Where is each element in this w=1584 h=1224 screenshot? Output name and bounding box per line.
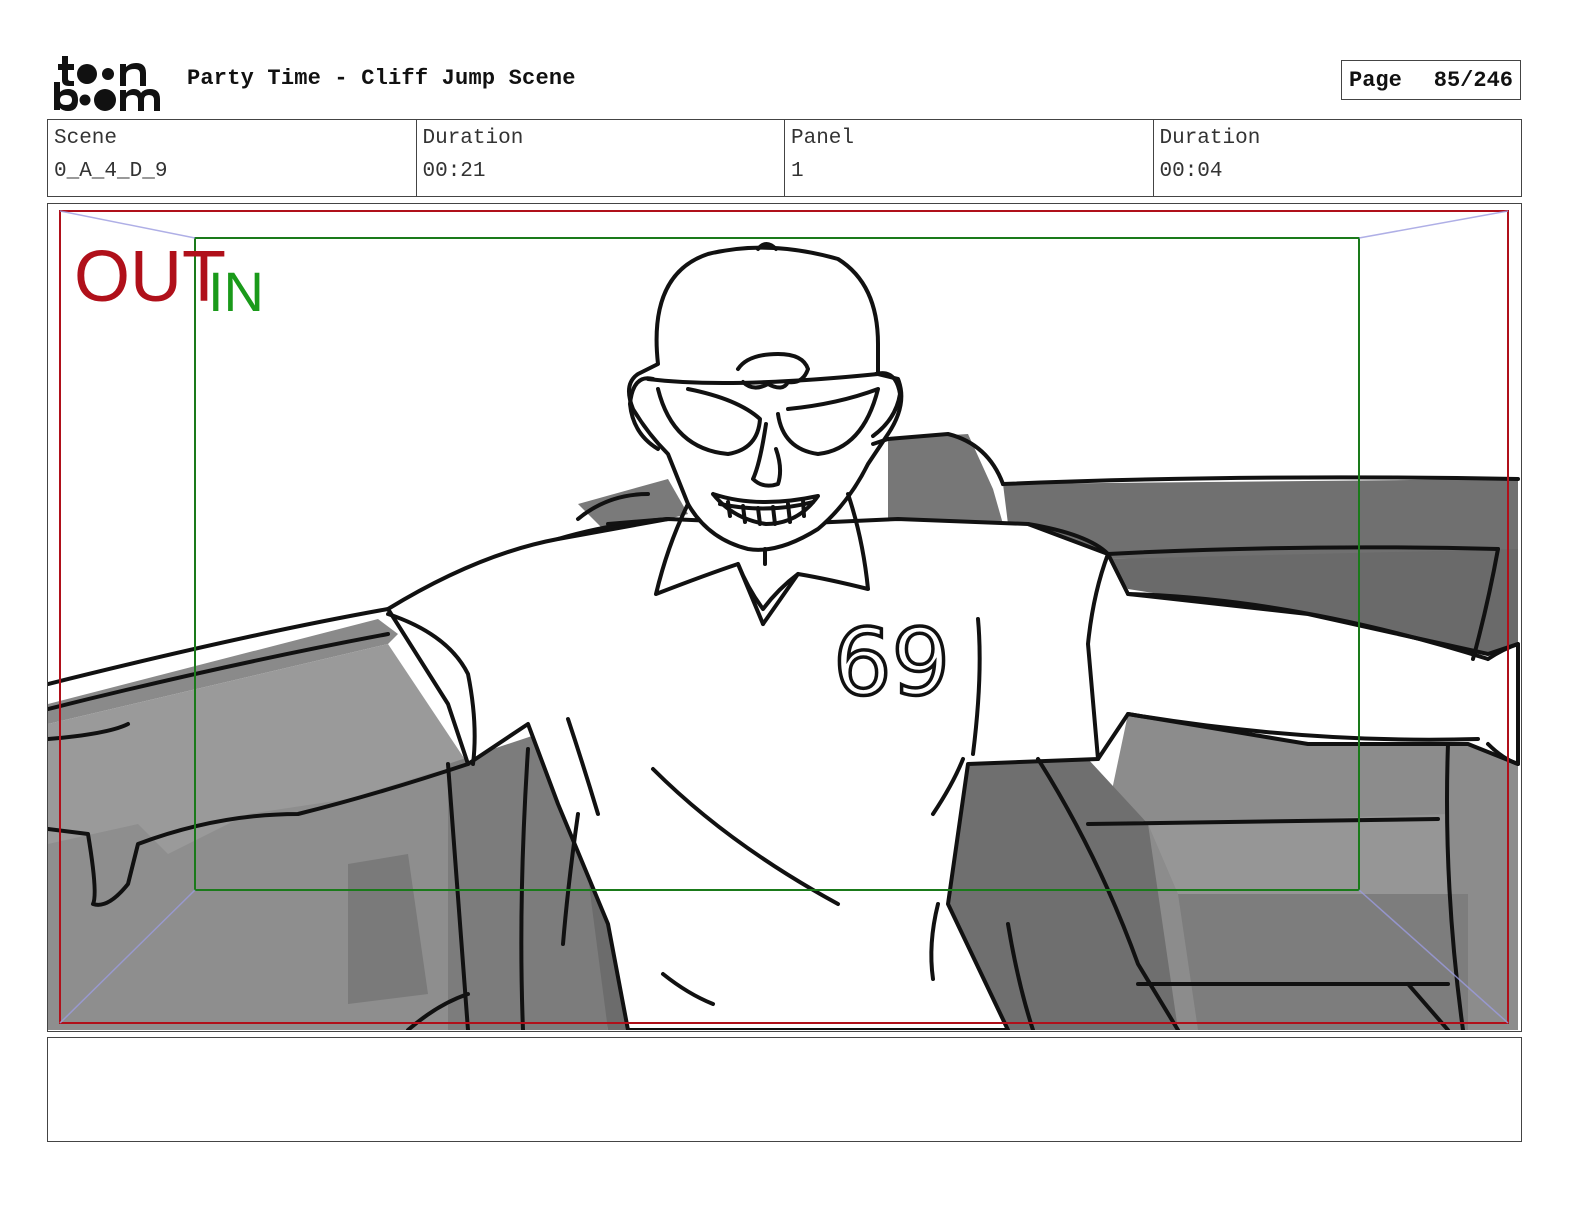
scene-info-table: Scene 0_A_4_D_9 Duration 00:21 Panel 1 D…	[47, 119, 1522, 197]
panel-label: Panel	[791, 127, 855, 150]
scene-duration-value: 00:21	[422, 160, 486, 183]
page-label: Page	[1349, 67, 1402, 93]
panel-notes-box	[47, 1037, 1522, 1142]
in-label: IN	[208, 260, 264, 323]
shirt-number: 69	[833, 609, 950, 716]
scene-duration-cell: Duration 00:21	[417, 120, 785, 196]
panel-value: 1	[791, 160, 804, 183]
out-label: OUT	[74, 237, 226, 317]
page-number: 85/246	[1433, 67, 1513, 93]
scene-label: Scene	[54, 127, 118, 150]
toon-boom-logo	[54, 56, 160, 111]
panel-duration-label: Duration	[1159, 127, 1261, 150]
scene-value: 0_A_4_D_9	[54, 160, 168, 183]
page-indicator: Page 85/246	[1341, 60, 1521, 100]
panel-duration-cell: Duration 00:04	[1154, 120, 1522, 196]
scene-duration-label: Duration	[422, 127, 524, 150]
panel-cell: Panel 1	[785, 120, 1154, 196]
panel-duration-value: 00:04	[1159, 160, 1223, 183]
document-title: Party Time - Cliff Jump Scene	[187, 66, 576, 91]
panel-drawing: 69 OUT IN	[48, 210, 1520, 1030]
storyboard-panel: 69 OUT IN	[47, 203, 1522, 1032]
scene-cell: Scene 0_A_4_D_9	[48, 120, 417, 196]
